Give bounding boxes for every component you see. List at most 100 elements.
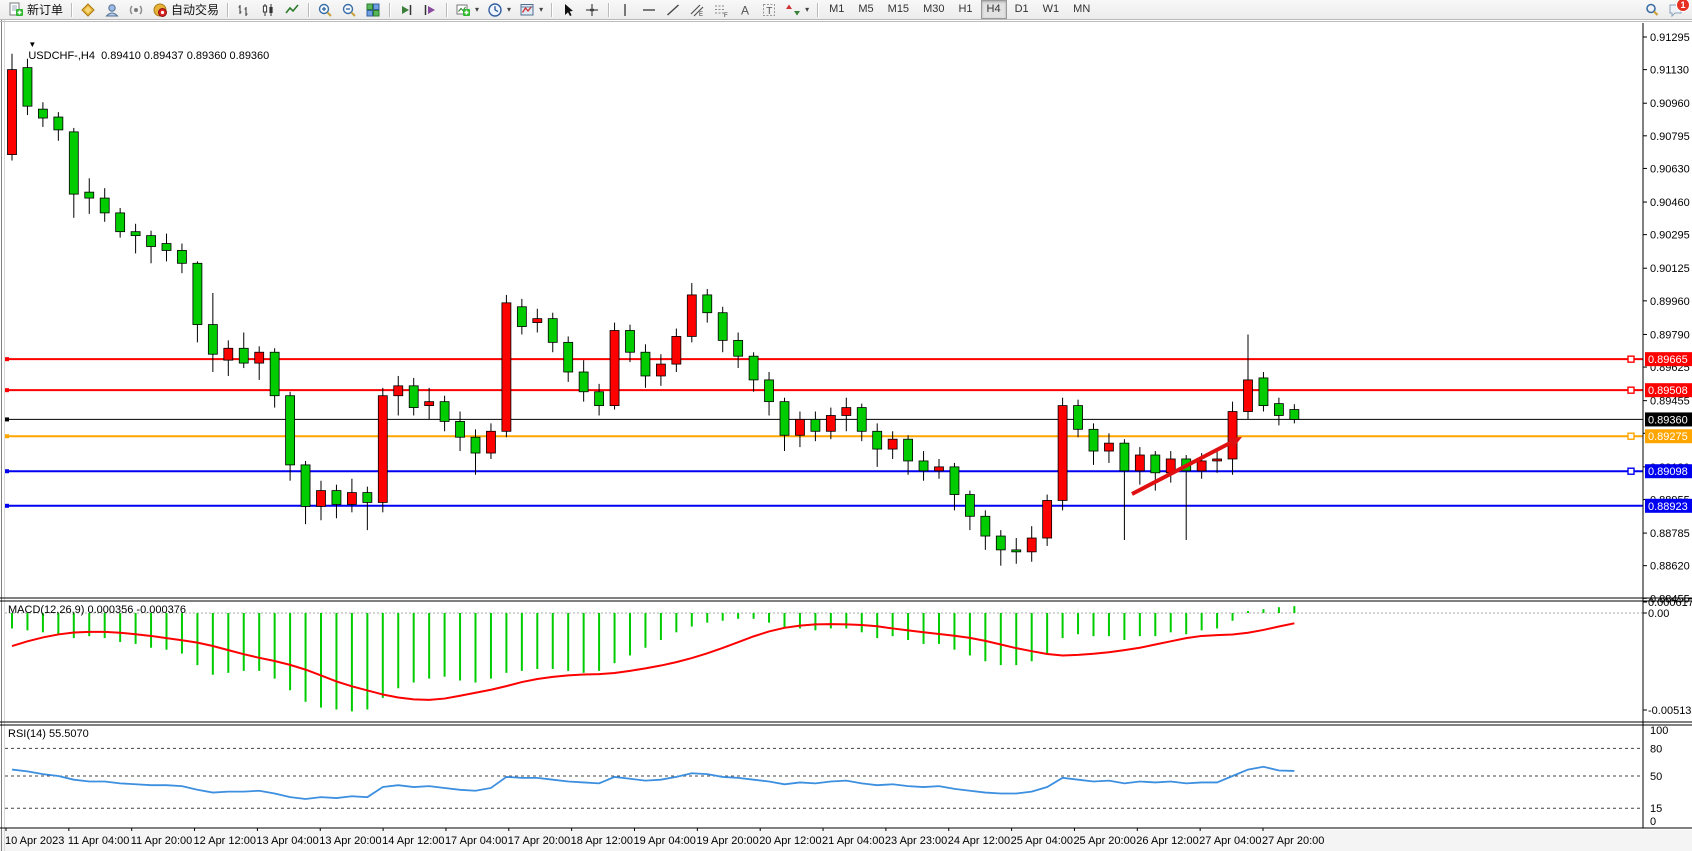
arrows-button[interactable]: ▾: [781, 0, 813, 20]
price-tick-label: 0.90630: [1650, 163, 1690, 175]
timeframe-button-h4[interactable]: H4: [981, 0, 1007, 19]
time-axis-label: 27 Apr 20:00: [1262, 835, 1324, 847]
signals-button[interactable]: [124, 0, 148, 20]
notifications-button[interactable]: 1: [1664, 0, 1688, 20]
zoom-out-button[interactable]: [337, 0, 361, 20]
toolbar-separator: [446, 3, 447, 17]
autoscroll-icon: [398, 2, 414, 18]
channel-button[interactable]: E: [685, 0, 709, 20]
chart-window[interactable]: 0.912950.911300.909600.907950.906300.904…: [0, 20, 1692, 851]
time-axis-label: 19 Apr 04:00: [634, 835, 696, 847]
cursor-icon: [560, 2, 576, 18]
timeframe-button-w1[interactable]: W1: [1037, 0, 1066, 19]
chart-canvas[interactable]: 0.912950.911300.909600.907950.906300.904…: [0, 20, 1692, 851]
chat-icon: 1: [1668, 2, 1684, 18]
auto-scroll-button[interactable]: [394, 0, 418, 20]
crosshair-button[interactable]: [580, 0, 604, 20]
timeframe-button-m30[interactable]: M30: [917, 0, 950, 19]
line-left-anchor[interactable]: [5, 504, 9, 508]
data-window-button[interactable]: [100, 0, 124, 20]
collapse-triangle-icon[interactable]: ▼: [28, 40, 36, 49]
periods-button[interactable]: ▾: [483, 0, 515, 20]
chart-shift-button[interactable]: [418, 0, 442, 20]
line-handle[interactable]: [1628, 433, 1634, 439]
line-chart-button[interactable]: [280, 0, 304, 20]
template-icon: [519, 2, 535, 18]
hline-button[interactable]: [637, 0, 661, 20]
time-axis-label: 24 Apr 12:00: [948, 835, 1010, 847]
candle-chart-button[interactable]: [256, 0, 280, 20]
vline-button[interactable]: [613, 0, 637, 20]
timeframe-button-m1[interactable]: M1: [823, 0, 850, 19]
toolbar-separator: [817, 3, 818, 17]
chart-title: ▼ USDCHF-,H4 0.89410 0.89437 0.89360 0.8…: [10, 26, 269, 74]
dropdown-arrow-icon[interactable]: ▾: [475, 5, 479, 14]
new-order-button-label: 新订单: [27, 1, 63, 18]
price-tick-label: 0.89790: [1650, 329, 1690, 341]
time-axis-label: 21 Apr 04:00: [822, 835, 884, 847]
toolbar-separator: [608, 3, 609, 17]
candle: [378, 388, 387, 513]
time-axis-label: 25 Apr 20:00: [1073, 835, 1135, 847]
time-axis-label: 13 Apr 04:00: [256, 835, 318, 847]
macd-axis-label: -0.005133: [1648, 705, 1692, 717]
timeframe-button-m5[interactable]: M5: [852, 0, 879, 19]
trendline-button[interactable]: [661, 0, 685, 20]
line-handle[interactable]: [1628, 387, 1634, 393]
price-badge-label: 0.89360: [1648, 414, 1688, 426]
text-button[interactable]: A: [733, 0, 757, 20]
clock-icon: [487, 2, 503, 18]
svg-text:E: E: [699, 12, 703, 18]
candle: [1043, 495, 1052, 546]
toolbar-separator: [389, 3, 390, 17]
timeframe-button-d1[interactable]: D1: [1009, 0, 1035, 19]
rsi-axis-label: 50: [1650, 771, 1662, 783]
channel-icon: E: [689, 2, 705, 18]
line-left-anchor[interactable]: [5, 388, 9, 392]
line-handle[interactable]: [1628, 356, 1634, 362]
bar-chart-button[interactable]: [232, 0, 256, 20]
timeframe-button-m15[interactable]: M15: [882, 0, 915, 19]
search-button[interactable]: [1640, 0, 1664, 20]
macd-axis-label: 0.00: [1648, 608, 1669, 620]
time-axis-label: 19 Apr 20:00: [696, 835, 758, 847]
vline-icon: [617, 2, 633, 18]
price-tick-label: 0.89960: [1650, 296, 1690, 308]
svg-text:F: F: [724, 13, 728, 18]
time-axis-label: 23 Apr 23:00: [885, 835, 947, 847]
crosshair-icon: [584, 2, 600, 18]
price-tick-label: 0.90460: [1650, 197, 1690, 209]
templates-button[interactable]: ▾: [515, 0, 547, 20]
new-chart-button[interactable]: ▾: [451, 0, 483, 20]
new-order-icon: [8, 2, 24, 18]
timeframe-button-h1[interactable]: H1: [952, 0, 978, 19]
dropdown-arrow-icon[interactable]: ▾: [507, 5, 511, 14]
market-watch-button[interactable]: [76, 0, 100, 20]
price-tick-label: 0.90125: [1650, 263, 1690, 275]
notification-badge: 1: [1676, 0, 1690, 12]
svg-text:A: A: [741, 3, 749, 17]
zoom-in-button[interactable]: [313, 0, 337, 20]
new-order-button[interactable]: 新订单: [4, 0, 67, 20]
time-axis-label: 20 Apr 12:00: [759, 835, 821, 847]
line-left-anchor[interactable]: [5, 469, 9, 473]
cursor-button[interactable]: [556, 0, 580, 20]
candle: [1058, 398, 1067, 511]
mt4-window: { "toolbar": { "new_order_label": "新订单",…: [0, 0, 1692, 851]
label-button[interactable]: T: [757, 0, 781, 20]
line-left-anchor[interactable]: [5, 417, 9, 421]
autotrading-button[interactable]: 自动交易: [148, 0, 223, 20]
fibonacci-button[interactable]: F: [709, 0, 733, 20]
dropdown-arrow-icon[interactable]: ▾: [539, 5, 543, 14]
dropdown-arrow-icon[interactable]: ▾: [805, 5, 809, 14]
time-axis-label: 11 Apr 20:00: [131, 835, 193, 847]
timeframe-button-mn[interactable]: MN: [1067, 0, 1096, 19]
toolbar-separator: [308, 3, 309, 17]
tile-windows-button[interactable]: [361, 0, 385, 20]
line-left-anchor[interactable]: [5, 357, 9, 361]
price-tick-label: 0.90795: [1650, 131, 1690, 143]
time-axis-label: 17 Apr 20:00: [508, 835, 570, 847]
price-tick-label: 0.88620: [1650, 561, 1690, 573]
line-handle[interactable]: [1628, 468, 1634, 474]
line-left-anchor[interactable]: [5, 434, 9, 438]
